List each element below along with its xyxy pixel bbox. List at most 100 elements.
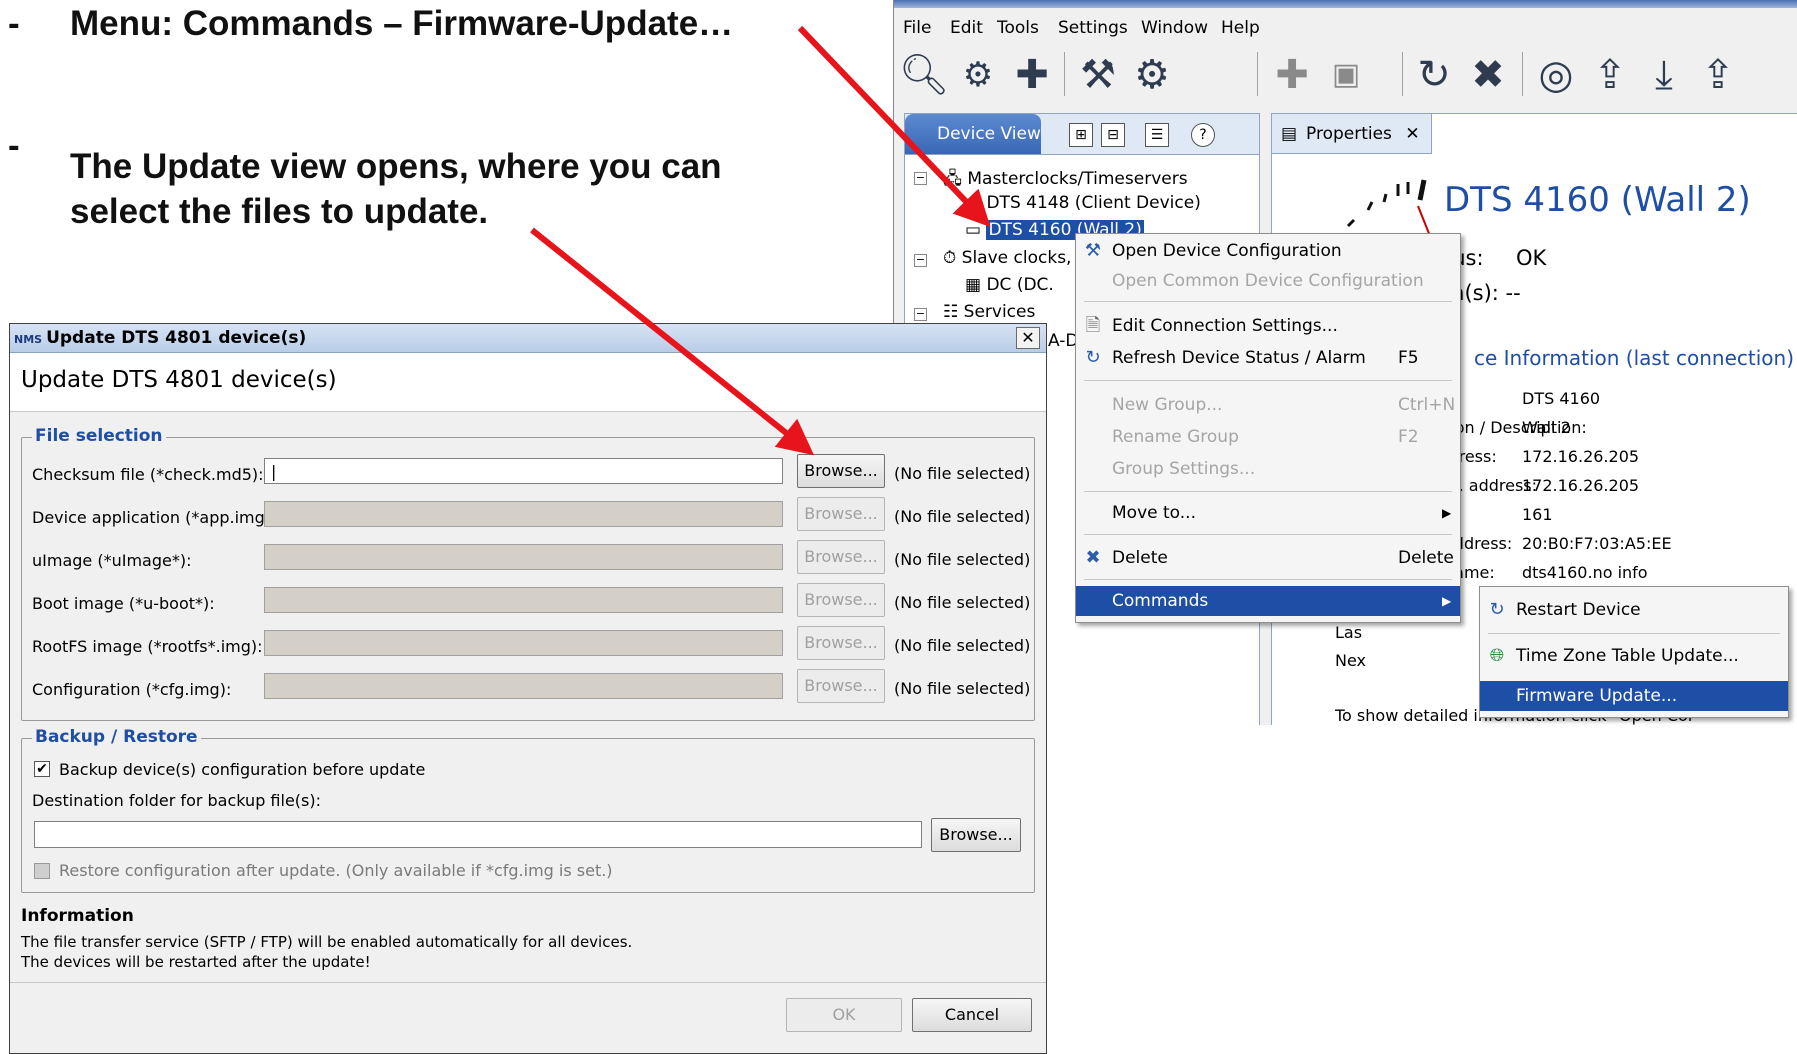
csv-export-icon[interactable]: ☰	[1145, 123, 1169, 147]
menu-file[interactable]: File	[903, 18, 931, 38]
browse-backup-button[interactable]: Browse...	[931, 818, 1021, 852]
checksum-status: (No file selected)	[894, 464, 1031, 483]
tab-device-view-label: Device View	[937, 124, 1041, 144]
update-dialog: NMS Update DTS 4801 device(s) ✕ Update DT…	[9, 323, 1047, 1054]
tree-masterclocks[interactable]: 🖧︎ Masterclocks/Timeservers	[943, 166, 1188, 195]
kv-val-5: 20:B0:F7:03:A5:EE	[1522, 534, 1672, 553]
tree-dts4148-label: DTS 4148 (Client Device)	[986, 193, 1201, 213]
backup-checkbox[interactable]: ✔	[34, 761, 50, 777]
export-icon[interactable]: ⇪	[1692, 50, 1744, 100]
dialog-header: Update DTS 4801 device(s)	[10, 353, 1046, 412]
app-label: Device application (*app.img):	[32, 508, 277, 527]
menu-edit-connection-label: Edit Connection Settings...	[1112, 316, 1338, 336]
browse-config-button[interactable]: Browse...	[797, 669, 885, 703]
tree-dc[interactable]: ▦ DC (DC.	[965, 275, 1054, 295]
io-icon[interactable]: ▣	[1320, 50, 1372, 100]
configuration-input[interactable]	[264, 673, 783, 699]
information-title: Information	[21, 906, 134, 926]
rootfs-input[interactable]	[264, 630, 783, 656]
uimage-input[interactable]	[264, 544, 783, 570]
menu-open-common-config[interactable]: Open Common Device Configuration	[1076, 266, 1460, 296]
menu-rename-shortcut: F2	[1398, 427, 1419, 447]
close-tab-icon[interactable]: ✕	[1405, 124, 1419, 144]
tab-device-view[interactable]: Device View	[905, 114, 1041, 154]
checksum-label: Checksum file (*check.md5):	[32, 465, 264, 484]
help-icon[interactable]: ?	[1191, 123, 1215, 147]
tools-icon[interactable]: ⚒	[1072, 50, 1124, 100]
menu-commands-label: Commands	[1112, 591, 1209, 611]
menu-edit[interactable]: Edit	[950, 18, 983, 38]
kv-val-3: 172.16.26.205	[1522, 476, 1640, 495]
search-device-icon[interactable]: ⚙	[952, 50, 1004, 100]
close-icon[interactable]: ✕	[1016, 327, 1040, 349]
target-icon[interactable]: ◎	[1530, 50, 1582, 100]
expand-all-icon[interactable]: ⊞	[1069, 123, 1093, 147]
menu-delete[interactable]: ✖ Delete Delete	[1076, 543, 1460, 573]
boot-image-input[interactable]	[264, 587, 783, 613]
collapse-all-icon[interactable]: ⊟	[1101, 123, 1125, 147]
menu-help[interactable]: Help	[1221, 18, 1260, 38]
information-line-2: The devices will be restarted after the …	[21, 953, 371, 971]
restart-icon: ↻	[1489, 599, 1505, 620]
download-icon[interactable]: ⤓	[1638, 50, 1690, 100]
window-title-bar	[894, 0, 1797, 8]
last-label: Las	[1335, 623, 1363, 642]
tree-slave-clocks[interactable]: ⏱︎ Slave clocks,	[943, 248, 1071, 268]
app-logo-icon: NMS	[14, 333, 43, 346]
menu-move-to[interactable]: Move to... ▶	[1076, 498, 1460, 528]
menu-settings[interactable]: Settings	[1058, 18, 1128, 38]
menu-delete-label: Delete	[1112, 548, 1168, 568]
restore-checkbox[interactable]	[34, 863, 50, 879]
kv-val-1: Wall 2	[1522, 418, 1571, 437]
settings-gear-icon[interactable]: ⚙	[1126, 50, 1178, 100]
checksum-file-input[interactable]: |	[264, 458, 783, 484]
menu-group-settings-label: Group Settings...	[1112, 459, 1256, 479]
device-app-input[interactable]	[264, 501, 783, 527]
instruction-line-2a: The Update view opens, where you can	[70, 147, 722, 186]
tree-ad-label[interactable]: A-D	[1048, 331, 1078, 351]
menu-new-group[interactable]: New Group... Ctrl+N	[1076, 390, 1460, 420]
menu-restart-device[interactable]: ↻ Restart Device	[1480, 593, 1788, 627]
submenu-arrow-icon: ▶	[1442, 506, 1452, 520]
menu-timezone-update[interactable]: 🌐︎ Time Zone Table Update...	[1480, 639, 1788, 673]
menu-tools[interactable]: Tools	[997, 18, 1039, 38]
boot-status: (No file selected)	[894, 593, 1031, 612]
document-icon: 🗎︎	[1085, 315, 1101, 336]
menu-refresh-status[interactable]: ↻ Refresh Device Status / Alarm F5	[1076, 343, 1460, 373]
dialog-title: Update DTS 4801 device(s)	[46, 328, 307, 348]
device-view-tabbar: Device View ⊞ ⊟ ☰ ?	[905, 114, 1259, 155]
backup-folder-input[interactable]	[34, 821, 922, 848]
tab-properties[interactable]: ▤ Properties ✕	[1272, 114, 1432, 154]
browse-boot-button[interactable]: Browse...	[797, 583, 885, 617]
refresh-icon[interactable]: ↻	[1408, 50, 1460, 100]
menu-refresh-label: Refresh Device Status / Alarm	[1112, 348, 1366, 368]
search-icon[interactable]: 🔍︎	[898, 50, 950, 100]
add-group-icon[interactable]: ✚	[1266, 50, 1318, 100]
tree-services[interactable]: ☷ Services	[943, 302, 1035, 322]
browse-uimage-button[interactable]: Browse...	[797, 540, 885, 574]
cancel-button[interactable]: Cancel	[912, 998, 1032, 1032]
menu-open-device-config[interactable]: ⚒ Open Device Configuration	[1076, 236, 1460, 266]
browse-rootfs-button[interactable]: Browse...	[797, 626, 885, 660]
ok-button[interactable]: OK	[786, 998, 902, 1032]
uimage-status: (No file selected)	[894, 550, 1031, 569]
browse-checksum-button[interactable]: Browse...	[797, 454, 885, 488]
expand-services[interactable]: −	[914, 308, 927, 321]
menu-commands[interactable]: Commands ▶	[1076, 586, 1460, 616]
menu-edit-connection[interactable]: 🗎︎ Edit Connection Settings...	[1076, 311, 1460, 341]
menu-rename-group[interactable]: Rename Group F2	[1076, 422, 1460, 452]
globe-icon: 🌐︎	[1489, 645, 1505, 666]
browse-app-button[interactable]: Browse...	[797, 497, 885, 531]
tree-slave-label: Slave clocks,	[961, 248, 1072, 268]
tree-dts4148[interactable]: ▭ DTS 4148 (Client Device)	[965, 193, 1201, 213]
expand-masterclocks[interactable]: −	[914, 172, 927, 185]
expand-slave[interactable]: −	[914, 254, 927, 267]
dialog-title-bar: NMS Update DTS 4801 device(s) ✕	[10, 324, 1046, 353]
menu-firmware-update[interactable]: Firmware Update...	[1480, 681, 1788, 711]
menu-window[interactable]: Window	[1141, 18, 1208, 38]
delete-tool-icon[interactable]: ✖	[1462, 50, 1514, 100]
upload-icon[interactable]: ⇪	[1584, 50, 1636, 100]
menu-group-settings[interactable]: Group Settings...	[1076, 454, 1460, 484]
kv-val-4: 161	[1522, 505, 1553, 524]
add-device-icon[interactable]: ✚	[1006, 50, 1058, 100]
